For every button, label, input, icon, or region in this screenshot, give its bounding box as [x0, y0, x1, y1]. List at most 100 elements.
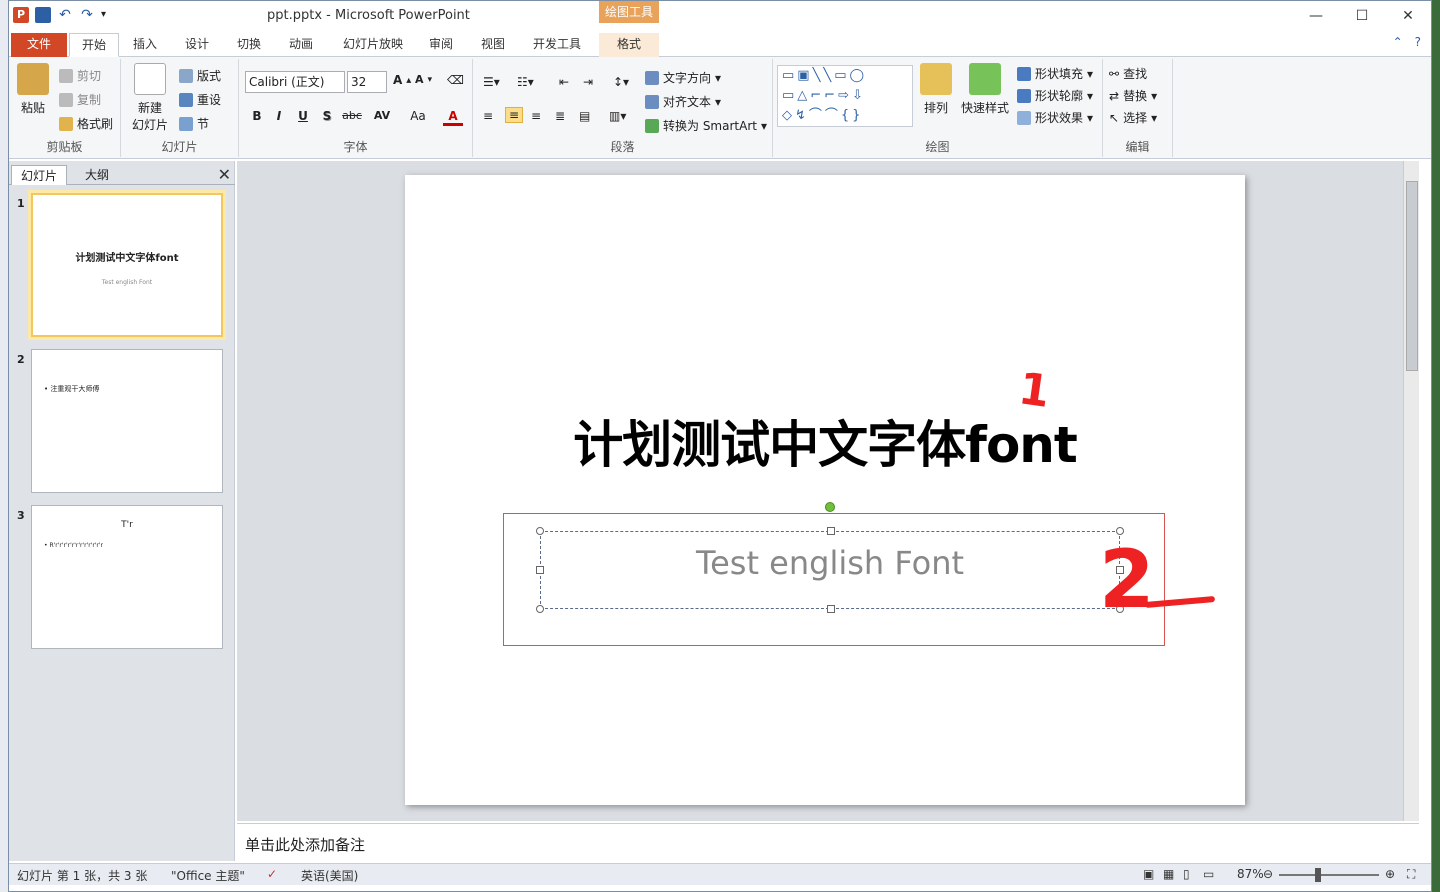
shape-outline-button[interactable]: 形状轮廓 ▾: [1017, 87, 1093, 104]
shadow-button[interactable]: S: [317, 109, 337, 123]
redo-icon[interactable]: ↷: [79, 7, 95, 23]
slide-canvas[interactable]: 计划测试中文字体font Test english Font 1 2: [405, 175, 1245, 805]
tab-animations[interactable]: 动画: [281, 33, 321, 57]
shape-effects-button[interactable]: 形状效果 ▾: [1017, 109, 1093, 126]
find-button[interactable]: ⚯ 查找: [1109, 65, 1147, 82]
notes-pane[interactable]: 单击此处添加备注: [237, 823, 1419, 863]
powerpoint-app-icon[interactable]: P: [13, 7, 29, 23]
language[interactable]: 英语(美国): [301, 867, 358, 884]
font-color-button[interactable]: A: [443, 109, 463, 126]
close-button[interactable]: ✕: [1385, 1, 1431, 31]
tab-file[interactable]: 文件: [11, 33, 67, 57]
arrange-button[interactable]: 排列: [919, 63, 953, 116]
editor-scrollbar[interactable]: [1403, 161, 1419, 821]
slide-title[interactable]: 计划测试中文字体font: [405, 405, 1245, 477]
tab-home[interactable]: 开始: [69, 33, 119, 57]
slides-group: 新建 幻灯片 版式 重设 节 幻灯片: [121, 59, 239, 157]
shape-fill-button[interactable]: 形状填充 ▾: [1017, 65, 1093, 82]
tab-outline-panel[interactable]: 大纲: [69, 165, 125, 185]
reset-button[interactable]: 重设: [179, 91, 221, 108]
distributed-button[interactable]: ▤: [579, 109, 590, 123]
align-center-button[interactable]: ≡: [505, 107, 524, 123]
copy-icon: [59, 92, 73, 107]
undo-icon[interactable]: ↶: [57, 7, 73, 23]
line-spacing-button[interactable]: ↕▾: [613, 75, 629, 89]
close-panel-icon[interactable]: ✕: [218, 165, 231, 184]
tab-review[interactable]: 审阅: [421, 33, 461, 57]
reading-view-icon[interactable]: ▯: [1183, 867, 1190, 881]
tab-slides-panel[interactable]: 幻灯片: [11, 165, 67, 185]
tab-view[interactable]: 视图: [473, 33, 513, 57]
minimize-button[interactable]: —: [1293, 1, 1339, 31]
zoom-slider-knob[interactable]: [1315, 868, 1321, 882]
rotation-handle[interactable]: [825, 502, 835, 512]
decrease-indent-button[interactable]: ⇤: [559, 75, 569, 89]
save-icon[interactable]: [35, 7, 51, 23]
smartart-button[interactable]: 转换为 SmartArt ▾: [645, 117, 767, 134]
layout-button[interactable]: 版式: [179, 67, 221, 84]
quick-styles-button[interactable]: 快速样式: [959, 63, 1011, 116]
char-spacing-button[interactable]: AV: [369, 109, 395, 122]
minimize-ribbon-icon[interactable]: ⌃: [1393, 35, 1403, 49]
bullets-button[interactable]: ☰▾: [483, 75, 500, 89]
numbering-button[interactable]: ☷▾: [517, 75, 534, 89]
align-right-button[interactable]: ≡: [531, 109, 541, 123]
align-left-button[interactable]: ≡: [483, 109, 493, 123]
align-center-icon: ≡: [509, 108, 520, 122]
slide-thumbnail-1[interactable]: 计划测试中文字体font Test english Font: [31, 193, 223, 337]
tab-design[interactable]: 设计: [177, 33, 217, 57]
replace-button[interactable]: ⇄ 替换 ▾: [1109, 87, 1157, 104]
clear-format-icon[interactable]: ⌫: [447, 73, 464, 87]
help-icon[interactable]: ?: [1415, 35, 1421, 49]
paste-button[interactable]: 粘贴: [15, 63, 51, 116]
zoom-out-icon[interactable]: ⊖: [1263, 867, 1273, 881]
fit-to-window-icon[interactable]: ⛶: [1407, 867, 1415, 882]
zoom-in-icon[interactable]: ⊕: [1385, 867, 1395, 881]
subtitle-placeholder[interactable]: Test english Font: [536, 527, 1124, 613]
zoom-level[interactable]: 87%: [1237, 867, 1264, 881]
change-case-button[interactable]: Aa: [405, 109, 431, 123]
tab-format[interactable]: 格式: [599, 33, 659, 57]
bold-button[interactable]: B: [247, 109, 267, 123]
resize-handle[interactable]: [536, 566, 544, 574]
tab-transitions[interactable]: 切换: [229, 33, 269, 57]
tab-developer[interactable]: 开发工具: [525, 33, 589, 57]
resize-handle[interactable]: [827, 527, 835, 535]
tab-insert[interactable]: 插入: [125, 33, 165, 57]
slide-thumbnail-2[interactable]: • 注重观干大师傅: [31, 349, 223, 493]
text-direction-button[interactable]: 文字方向 ▾: [645, 69, 721, 86]
font-size-combo[interactable]: 32: [347, 71, 387, 93]
shrink-font-button[interactable]: A ▾: [415, 73, 432, 86]
cut-button[interactable]: 剪切: [59, 67, 101, 84]
strikethrough-button[interactable]: abc: [339, 109, 365, 122]
copy-button[interactable]: 复制: [59, 91, 101, 108]
customize-qat-icon[interactable]: ▾: [101, 7, 117, 23]
new-slide-button[interactable]: 新建 幻灯片: [127, 63, 173, 133]
resize-handle[interactable]: [536, 527, 544, 535]
numbering-icon: ☷▾: [517, 75, 534, 89]
slide-subtitle[interactable]: Test english Font: [541, 544, 1119, 582]
italic-button[interactable]: I: [269, 109, 289, 123]
grow-font-button[interactable]: A ▴: [393, 73, 411, 87]
shapes-gallery[interactable]: ▭▣╲╲▭◯ ▭△⌐⌐⇨⇩ ◇↯⌒⌒{}: [777, 65, 913, 127]
maximize-button[interactable]: ☐: [1339, 1, 1385, 31]
justify-button[interactable]: ≣: [555, 109, 565, 123]
resize-handle[interactable]: [536, 605, 544, 613]
section-button[interactable]: 节: [179, 115, 209, 132]
tab-slideshow[interactable]: 幻灯片放映: [333, 33, 413, 57]
increase-indent-button[interactable]: ⇥: [583, 75, 593, 89]
slideshow-view-icon[interactable]: ▭: [1203, 867, 1214, 881]
zoom-slider[interactable]: [1279, 874, 1379, 876]
resize-handle[interactable]: [827, 605, 835, 613]
normal-view-icon[interactable]: ▣: [1143, 867, 1154, 881]
select-button[interactable]: ↖ 选择 ▾: [1109, 109, 1157, 126]
align-text-button[interactable]: 对齐文本 ▾: [645, 93, 721, 110]
columns-button[interactable]: ▥▾: [609, 109, 626, 123]
scrollbar-thumb[interactable]: [1406, 181, 1418, 371]
format-painter-button[interactable]: 格式刷: [59, 115, 113, 132]
underline-button[interactable]: U: [293, 109, 313, 123]
spell-check-icon[interactable]: ✓: [267, 867, 277, 881]
font-name-combo[interactable]: Calibri (正文): [245, 71, 345, 93]
slide-sorter-icon[interactable]: ▦: [1163, 867, 1174, 881]
slide-thumbnail-3[interactable]: T'r • R'r'r'r'r'r'r'r'r'r'r'r'r: [31, 505, 223, 649]
